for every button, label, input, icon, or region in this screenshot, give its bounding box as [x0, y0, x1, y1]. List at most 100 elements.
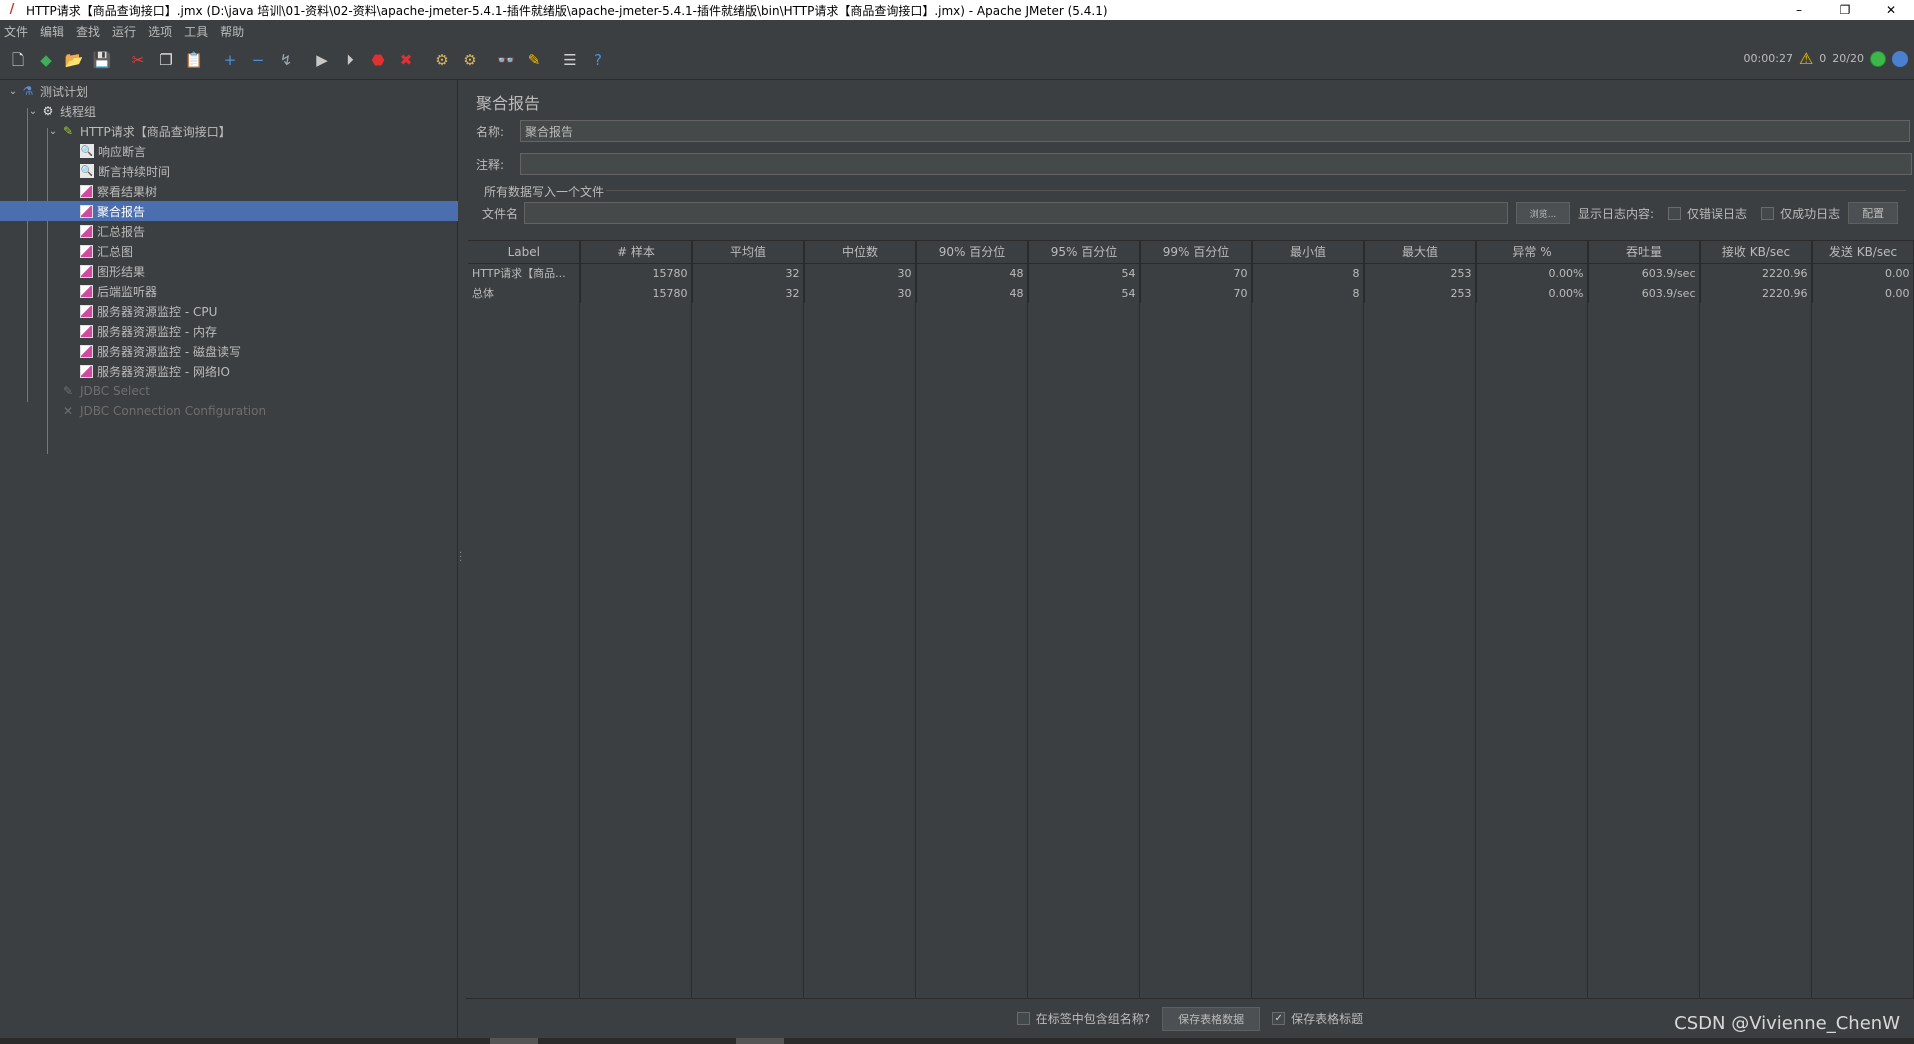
tree-item-label: 图形结果	[97, 264, 146, 279]
toggle-icon[interactable]: ↯	[274, 49, 298, 73]
tree-item[interactable]: 汇总图	[0, 241, 458, 261]
column-header[interactable]: 中位数	[804, 241, 917, 264]
include-group-checkbox[interactable]: 在标签中包含组名称?	[1016, 1010, 1150, 1027]
errors-only-box[interactable]	[1668, 206, 1682, 220]
elapsed-time: 00:00:27	[1743, 52, 1793, 65]
tree-item[interactable]: 服务器资源监控 - CPU	[0, 301, 458, 321]
clear-all-icon[interactable]: ⚙	[458, 49, 482, 73]
column-header[interactable]: 平均值	[692, 241, 805, 264]
tree-item[interactable]: 图形结果	[0, 261, 458, 281]
save-header-box[interactable]: ✓	[1272, 1012, 1286, 1025]
menu-item[interactable]: 选项	[148, 23, 172, 40]
tree-item[interactable]: 察看结果树	[0, 181, 458, 201]
open-icon[interactable]: 📂	[62, 49, 86, 73]
tree-item[interactable]: 聚合报告	[0, 201, 458, 221]
paste-icon[interactable]: 📋	[182, 49, 206, 73]
tree-toggle-icon[interactable]: ⌄	[46, 126, 60, 137]
column-header[interactable]: 95% 百分位	[1028, 241, 1141, 264]
column-header[interactable]: # 样本	[580, 241, 693, 264]
start-no-pause-icon[interactable]: ⏵	[338, 49, 362, 73]
tree-item[interactable]: 后端监听器	[0, 281, 458, 301]
save-header-checkbox[interactable]: ✓ 保存表格标题	[1272, 1010, 1363, 1027]
restore-button[interactable]: ❐	[1822, 0, 1868, 20]
test-plan-tree[interactable]: ⌄ ⚗ 测试计划 ⌄ ⚙ 线程组 ⌄ ✎ HTTP请求【商品查询接口】 🔍 响应断言 🔍 断言持续时间察…	[0, 80, 458, 1038]
save-icon[interactable]: 💾	[90, 49, 114, 73]
save-table-data-button[interactable]: 保存表格数据	[1162, 1006, 1261, 1031]
tree-item[interactable]: ⌄ ⚙ 线程组	[0, 101, 458, 121]
table-cell: 48	[916, 283, 1029, 303]
start-icon[interactable]: ▶	[310, 49, 334, 73]
menu-item[interactable]: 查找	[76, 23, 100, 40]
table-row[interactable]: HTTP请求【商品... 15780 32 30 48 54 70 8 253 0.00% 603.…	[468, 263, 1914, 283]
close-button[interactable]: ✕	[1868, 0, 1914, 20]
success-only-checkbox[interactable]: 仅成功日志	[1761, 205, 1840, 222]
menu-item[interactable]: 文件	[4, 23, 28, 40]
menu-bar: 文件 编辑 查找 运行 选项 工具 帮助	[0, 20, 1914, 42]
menu-item[interactable]: 帮助	[220, 23, 244, 40]
include-group-box[interactable]	[1016, 1012, 1030, 1025]
function-helper-icon[interactable]: ☰	[558, 49, 582, 73]
collapse-icon[interactable]: −	[246, 49, 270, 73]
tree-item[interactable]: ✎ JDBC Select	[0, 381, 458, 401]
minimize-button[interactable]: –	[1776, 0, 1822, 20]
column-header[interactable]: 最小值	[1252, 241, 1365, 264]
column-header[interactable]: 99% 百分位	[1140, 241, 1253, 264]
clear-icon[interactable]: ⚙	[430, 49, 454, 73]
tree-item[interactable]: 服务器资源监控 - 内存	[0, 321, 458, 341]
reset-search-icon[interactable]: ✎	[522, 49, 546, 73]
tree-item[interactable]: 🔍 响应断言	[0, 141, 458, 161]
chart-icon	[80, 224, 93, 238]
search-icon[interactable]: 👓	[494, 49, 518, 73]
table-cell: 0.00	[1812, 283, 1914, 303]
column-header[interactable]: 最大值	[1364, 241, 1477, 264]
scrollbar-thumb[interactable]	[736, 1038, 784, 1044]
stop-icon[interactable]: ⬣	[366, 49, 390, 73]
assert-icon: 🔍	[80, 144, 94, 158]
new-icon[interactable]: 🗋	[6, 49, 30, 73]
templates-icon[interactable]: ◆	[34, 49, 58, 73]
help-icon[interactable]: ?	[586, 49, 610, 73]
table-cell: 15780	[580, 283, 693, 303]
success-only-box[interactable]	[1761, 206, 1775, 220]
menu-item[interactable]: 编辑	[40, 23, 64, 40]
column-header[interactable]: 接收 KB/sec	[1700, 241, 1813, 264]
tree-item[interactable]: 服务器资源监控 - 磁盘读写	[0, 341, 458, 361]
cut-icon[interactable]: ✂	[126, 49, 150, 73]
tree-item[interactable]: ✕ JDBC Connection Configuration	[0, 401, 458, 421]
column-header[interactable]: 吞吐量	[1588, 241, 1701, 264]
horizontal-scrollbar[interactable]	[0, 1038, 1914, 1044]
tree-item[interactable]: 汇总报告	[0, 221, 458, 241]
table-row[interactable]: 总体 15780 32 30 48 54 70 8 253 0.00% 603.9/sec 2220.…	[468, 283, 1914, 303]
comment-input[interactable]	[520, 153, 1912, 175]
tree-item[interactable]: 服务器资源监控 - 网络IO	[0, 361, 458, 381]
configure-button[interactable]: 配置	[1848, 202, 1899, 224]
tree-item[interactable]: 🔍 断言持续时间	[0, 161, 458, 181]
menu-item[interactable]: 运行	[112, 23, 136, 40]
comment-row: 注释:	[476, 153, 1912, 175]
column-header[interactable]: 90% 百分位	[916, 241, 1029, 264]
name-input[interactable]	[520, 120, 1910, 142]
menu-item[interactable]: 工具	[184, 23, 208, 40]
table-cell: 2220.96	[1700, 263, 1813, 283]
expand-icon[interactable]: +	[218, 49, 242, 73]
tree-item-label: 断言持续时间	[98, 164, 171, 179]
aggregate-table[interactable]: Label # 样本 平均值 中位数 90% 百分位 95% 百分位 99% 百分位 最小值最…	[468, 240, 1914, 998]
scrollbar-thumb[interactable]	[490, 1038, 538, 1044]
shutdown-icon[interactable]: ✖	[394, 49, 418, 73]
column-header[interactable]: Label	[468, 241, 581, 264]
errors-only-checkbox[interactable]: 仅错误日志	[1668, 205, 1747, 222]
warning-icon[interactable]: ⚠	[1799, 49, 1813, 68]
tree-toggle-icon[interactable]: ⌄	[6, 86, 20, 97]
errors-only-label: 仅错误日志	[1687, 206, 1748, 221]
column-header[interactable]: 发送 KB/sec	[1812, 241, 1914, 264]
tree-toggle-icon[interactable]: ⌄	[26, 106, 40, 117]
copy-icon[interactable]: ❐	[154, 49, 178, 73]
filename-input[interactable]	[524, 202, 1508, 224]
tree-item[interactable]: ⌄ ✎ HTTP请求【商品查询接口】	[0, 121, 458, 141]
tree-item-label: 汇总报告	[97, 224, 146, 239]
split-pane-divider[interactable]: · · ·	[459, 549, 463, 567]
column-header[interactable]: 异常 %	[1476, 241, 1589, 264]
browse-button[interactable]: 浏览...	[1516, 202, 1570, 224]
aggregate-report-panel: 聚合报告 名称: 注释: 所有数据写入一个文件 文件名 浏览... 显示日志内容…	[466, 80, 1914, 1038]
tree-item[interactable]: ⌄ ⚗ 测试计划	[0, 81, 458, 101]
